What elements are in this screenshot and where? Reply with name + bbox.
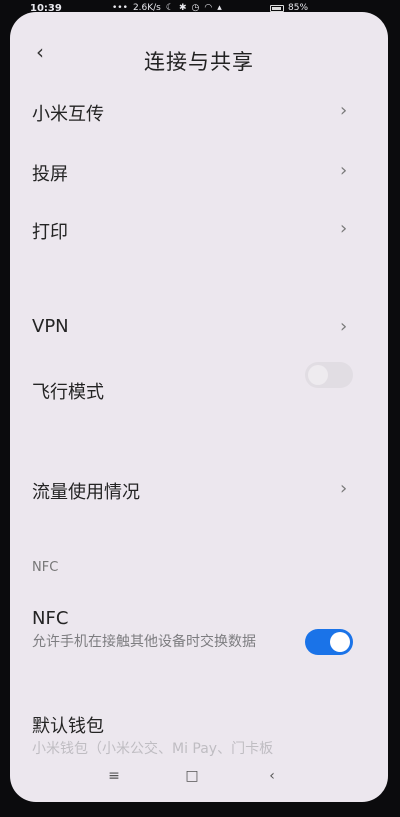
row-cast[interactable]: 投屏 › <box>10 146 388 196</box>
row-label: 飞行模式 <box>32 382 104 403</box>
chevron-right-icon: › <box>340 316 348 337</box>
wallet-subtitle: 小米钱包（小米公交、Mi Pay、门卡板 <box>32 741 274 757</box>
row-label: VPN <box>32 316 69 337</box>
page-title: 连接与共享 <box>144 50 254 74</box>
navigation-bar: ≡ □ ‹ <box>10 768 388 798</box>
toggle-knob <box>330 632 350 652</box>
chevron-right-icon: › <box>340 100 348 121</box>
row-data-usage[interactable]: 流量使用情况 › <box>10 464 388 514</box>
row-print[interactable]: 打印 › <box>10 204 388 254</box>
nfc-section-label: NFC <box>32 560 59 575</box>
nfc-toggle[interactable] <box>305 629 353 655</box>
row-mi-share[interactable]: 小米互传 › <box>10 86 388 136</box>
row-label: 投屏 <box>32 164 68 185</box>
row-vpn[interactable]: VPN › <box>10 302 388 352</box>
title-bar: ‹ 连接与共享 <box>10 30 388 74</box>
row-label: 流量使用情况 <box>32 482 140 503</box>
row-label: 打印 <box>32 222 68 243</box>
settings-screen: ‹ 连接与共享 小米互传 › 投屏 › 打印 › VPN › 飞行模式 流量使用… <box>10 12 388 802</box>
chevron-right-icon: › <box>340 160 348 181</box>
back-nav-icon[interactable]: ‹ <box>260 768 284 784</box>
chevron-right-icon: › <box>340 478 348 499</box>
toggle-knob <box>308 365 328 385</box>
nfc-title: NFC <box>32 608 69 629</box>
row-label: 小米互传 <box>32 104 104 125</box>
wallet-title: 默认钱包 <box>32 716 104 737</box>
battery-icon <box>270 4 284 12</box>
airplane-toggle[interactable] <box>305 362 353 388</box>
menu-icon[interactable]: ≡ <box>102 768 126 784</box>
nfc-description: 允许手机在接触其他设备时交换数据 <box>32 634 256 650</box>
phone-frame: 10:39 ••• 2.6K/s ☾ ✱ ◷ ◠ ▴ 85% ‹ 连接与共享 小… <box>0 0 400 817</box>
chevron-right-icon: › <box>340 218 348 239</box>
home-icon[interactable]: □ <box>180 768 204 784</box>
